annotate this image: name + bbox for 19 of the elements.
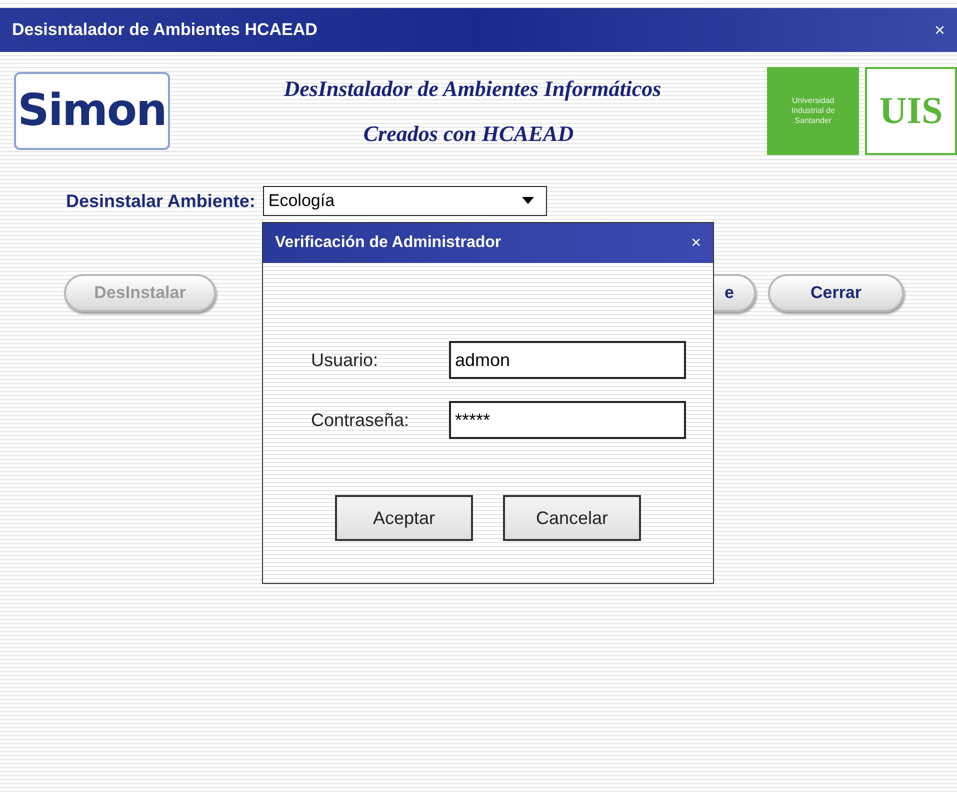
input-field[interactable]: ***** — [449, 401, 686, 439]
pill-button[interactable]: Cerrar — [768, 274, 904, 312]
close-button[interactable]: × — [691, 230, 701, 256]
uis-badge: UIS — [865, 67, 957, 155]
dialog-title: Verificación de Administrador — [275, 233, 502, 253]
caret-icon — [522, 197, 534, 205]
app-heading: DesInstalador de Ambientes Informáticos — [282, 75, 662, 103]
environment-dropdown[interactable]: Ecología — [263, 186, 548, 216]
logo: Simon — [14, 72, 170, 150]
dialog-button[interactable]: Cancelar — [503, 495, 641, 541]
field-label: Contraseña: — [311, 408, 410, 432]
close-button[interactable]: × — [934, 16, 945, 44]
field-label: Desinstalar Ambiente: — [66, 190, 256, 212]
dialog-button[interactable]: Aceptar — [335, 495, 473, 541]
university-logo: Universidad Industrial de Santander — [767, 67, 860, 155]
input-field[interactable]: admon — [449, 341, 686, 379]
field-label: Usuario: — [311, 348, 380, 372]
app-heading: Creados con HCAEAD — [363, 120, 574, 148]
window-title: Desisntalador de Ambientes HCAEAD — [12, 19, 318, 42]
